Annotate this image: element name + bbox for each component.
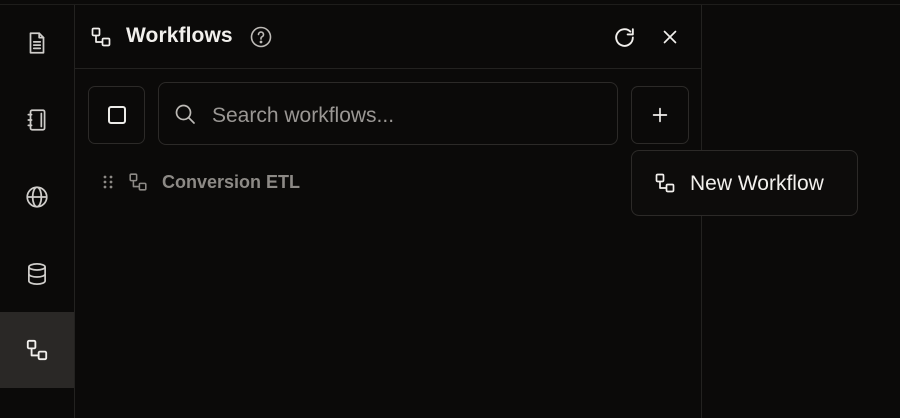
search-field[interactable]	[158, 82, 618, 145]
search-input[interactable]	[210, 102, 600, 129]
sidebar-item-documents[interactable]	[0, 5, 74, 81]
sidebar-item-notebooks[interactable]	[0, 82, 74, 158]
panel-title: Workflows	[126, 24, 233, 47]
workflow-icon	[91, 27, 111, 47]
sidebar-item-workflows[interactable]	[0, 312, 74, 388]
close-icon[interactable]	[659, 26, 681, 48]
sidebar-item-web[interactable]	[0, 159, 74, 235]
new-workflow-menu-item[interactable]: New Workflow	[631, 150, 858, 216]
globe-icon	[26, 186, 48, 208]
workflow-icon	[655, 173, 675, 193]
database-icon	[28, 263, 46, 285]
checkbox-square	[107, 106, 126, 124]
help-icon[interactable]	[249, 25, 273, 49]
sidebar-item-databases[interactable]	[0, 236, 74, 312]
search-icon	[175, 104, 195, 124]
panel-header: Workflows	[75, 5, 701, 69]
workflows-panel: Workflows Search workflows... Conversion…	[75, 5, 702, 418]
drag-handle-icon[interactable]	[102, 174, 114, 190]
menu-item-label: New Workflow	[690, 172, 824, 195]
icon-sidebar	[0, 5, 75, 418]
notebook-icon	[27, 109, 46, 131]
refresh-icon[interactable]	[612, 25, 637, 50]
app-window: Workflows Search workflows... Conversion…	[0, 0, 900, 418]
add-workflow-button[interactable]	[631, 86, 689, 144]
list-item[interactable]: Conversion ETL	[102, 169, 300, 195]
select-all-checkbox[interactable]	[88, 86, 145, 144]
workflow-icon	[26, 339, 48, 361]
plus-icon	[652, 107, 668, 123]
list-item-label: Conversion ETL	[162, 171, 301, 192]
workflow-icon	[129, 173, 147, 191]
document-icon	[29, 32, 45, 54]
